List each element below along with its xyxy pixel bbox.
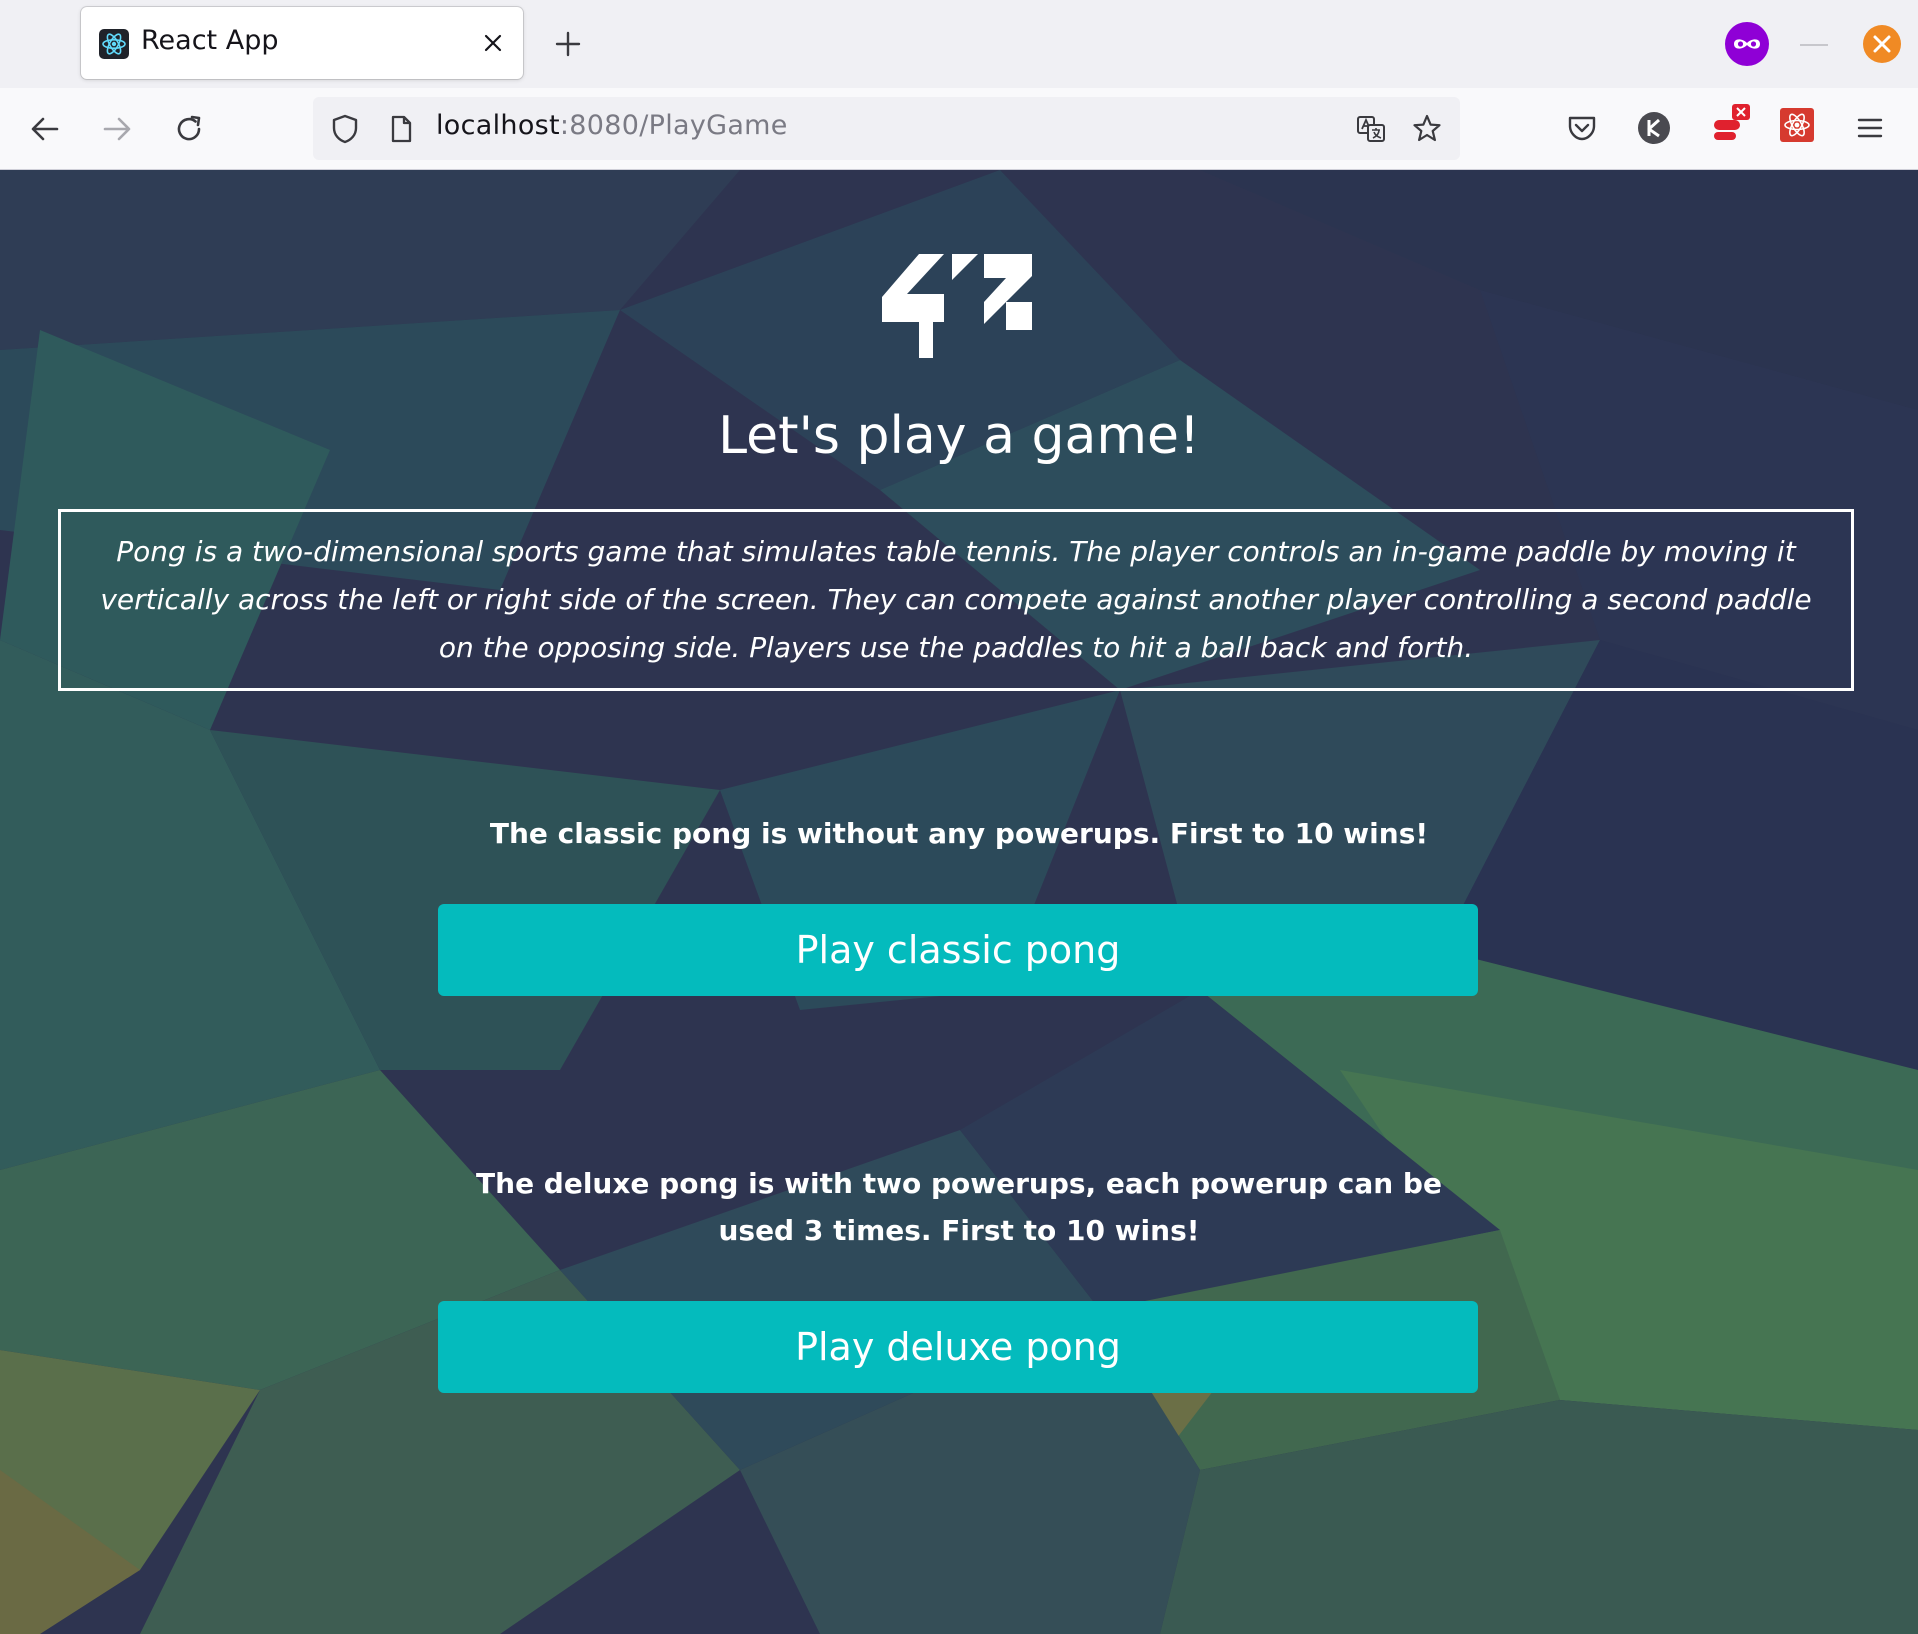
play-classic-button[interactable]: Play classic pong xyxy=(438,904,1478,996)
page-viewport: Let's play a game! Pong is a two-dimensi… xyxy=(0,170,1918,1634)
page-icon xyxy=(391,115,412,143)
bookmark-star-icon[interactable] xyxy=(1411,113,1443,145)
translate-icon[interactable] xyxy=(1355,113,1387,145)
new-tab-icon[interactable] xyxy=(552,28,584,60)
42-logo xyxy=(882,254,1032,358)
private-browsing-icon[interactable] xyxy=(1724,21,1770,67)
shield-icon[interactable] xyxy=(329,113,361,145)
tab-title: React App xyxy=(141,25,279,56)
react-devtools-icon[interactable] xyxy=(1780,108,1814,142)
minimize-button[interactable] xyxy=(1800,44,1828,46)
extension-icon[interactable] xyxy=(1710,102,1752,146)
browser-tab[interactable]: React App xyxy=(81,7,523,79)
forward-arrow-icon[interactable] xyxy=(100,112,134,146)
back-arrow-icon[interactable] xyxy=(28,112,62,146)
play-deluxe-button[interactable]: Play deluxe pong xyxy=(438,1301,1478,1393)
account-k-icon[interactable] xyxy=(1636,110,1672,146)
react-icon xyxy=(99,29,129,59)
browser-tab-bar: React App xyxy=(0,0,1918,88)
deluxe-description: The deluxe pong is with two powerups, ea… xyxy=(476,1167,1442,1247)
page-title: Let's play a game! xyxy=(718,406,1200,466)
description-box: Pong is a two-dimensional sports game th… xyxy=(58,509,1854,691)
url-path: :8080/PlayGame xyxy=(559,110,788,141)
classic-description: The classic pong is without any powerups… xyxy=(489,817,1429,850)
url-text[interactable]: localhost:8080/PlayGame xyxy=(436,110,788,141)
window-close-icon[interactable] xyxy=(1862,24,1902,64)
pocket-icon[interactable] xyxy=(1564,110,1600,146)
menu-hamburger-icon[interactable] xyxy=(1852,110,1888,146)
game-description: Pong is a two-dimensional sports game th… xyxy=(100,535,1812,664)
address-bar[interactable]: localhost:8080/PlayGame xyxy=(313,97,1460,160)
browser-nav-bar: localhost:8080/PlayGame xyxy=(0,88,1918,170)
reload-icon[interactable] xyxy=(172,112,206,146)
url-host: localhost xyxy=(436,110,560,141)
play-game-page: Let's play a game! Pong is a two-dimensi… xyxy=(0,170,1918,1634)
close-tab-icon[interactable] xyxy=(479,29,507,57)
